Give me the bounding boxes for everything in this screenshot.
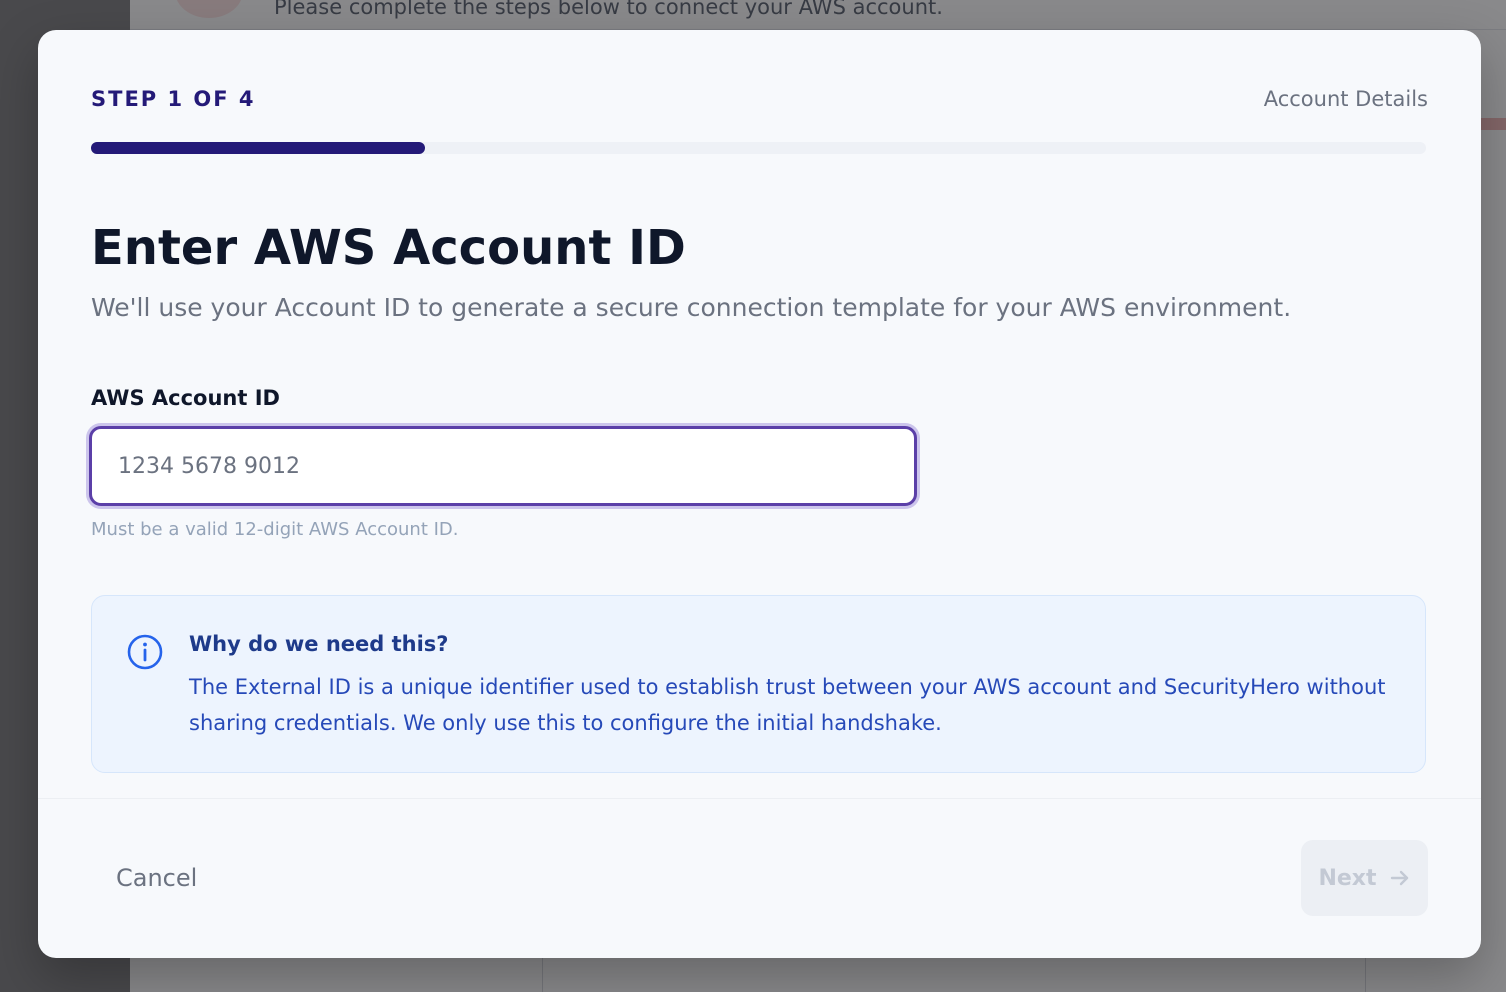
cancel-button[interactable]: Cancel xyxy=(100,840,213,916)
progress-bar-fill xyxy=(91,142,425,154)
next-button[interactable]: Next xyxy=(1301,840,1428,916)
arrow-right-icon xyxy=(1390,870,1408,886)
step-indicator: STEP 1 OF 4 xyxy=(91,87,256,111)
info-callout: Why do we need this? The External ID is … xyxy=(91,595,1426,773)
account-id-help-text: Must be a valid 12-digit AWS Account ID. xyxy=(91,519,459,540)
progress-bar xyxy=(91,142,1426,154)
connect-aws-modal: STEP 1 OF 4 Account Details Enter AWS Ac… xyxy=(38,30,1481,958)
account-id-input[interactable] xyxy=(89,426,917,506)
step-name: Account Details xyxy=(1263,87,1428,111)
modal-subtitle: We'll use your Account ID to generate a … xyxy=(91,293,1292,322)
account-id-label: AWS Account ID xyxy=(91,386,280,410)
info-callout-body: The External ID is a unique identifier u… xyxy=(189,675,1386,735)
info-callout-title: Why do we need this? xyxy=(189,632,449,656)
info-circle-icon xyxy=(127,634,163,670)
next-button-label: Next xyxy=(1318,865,1377,891)
modal-title: Enter AWS Account ID xyxy=(91,220,686,276)
footer-divider xyxy=(38,798,1481,799)
